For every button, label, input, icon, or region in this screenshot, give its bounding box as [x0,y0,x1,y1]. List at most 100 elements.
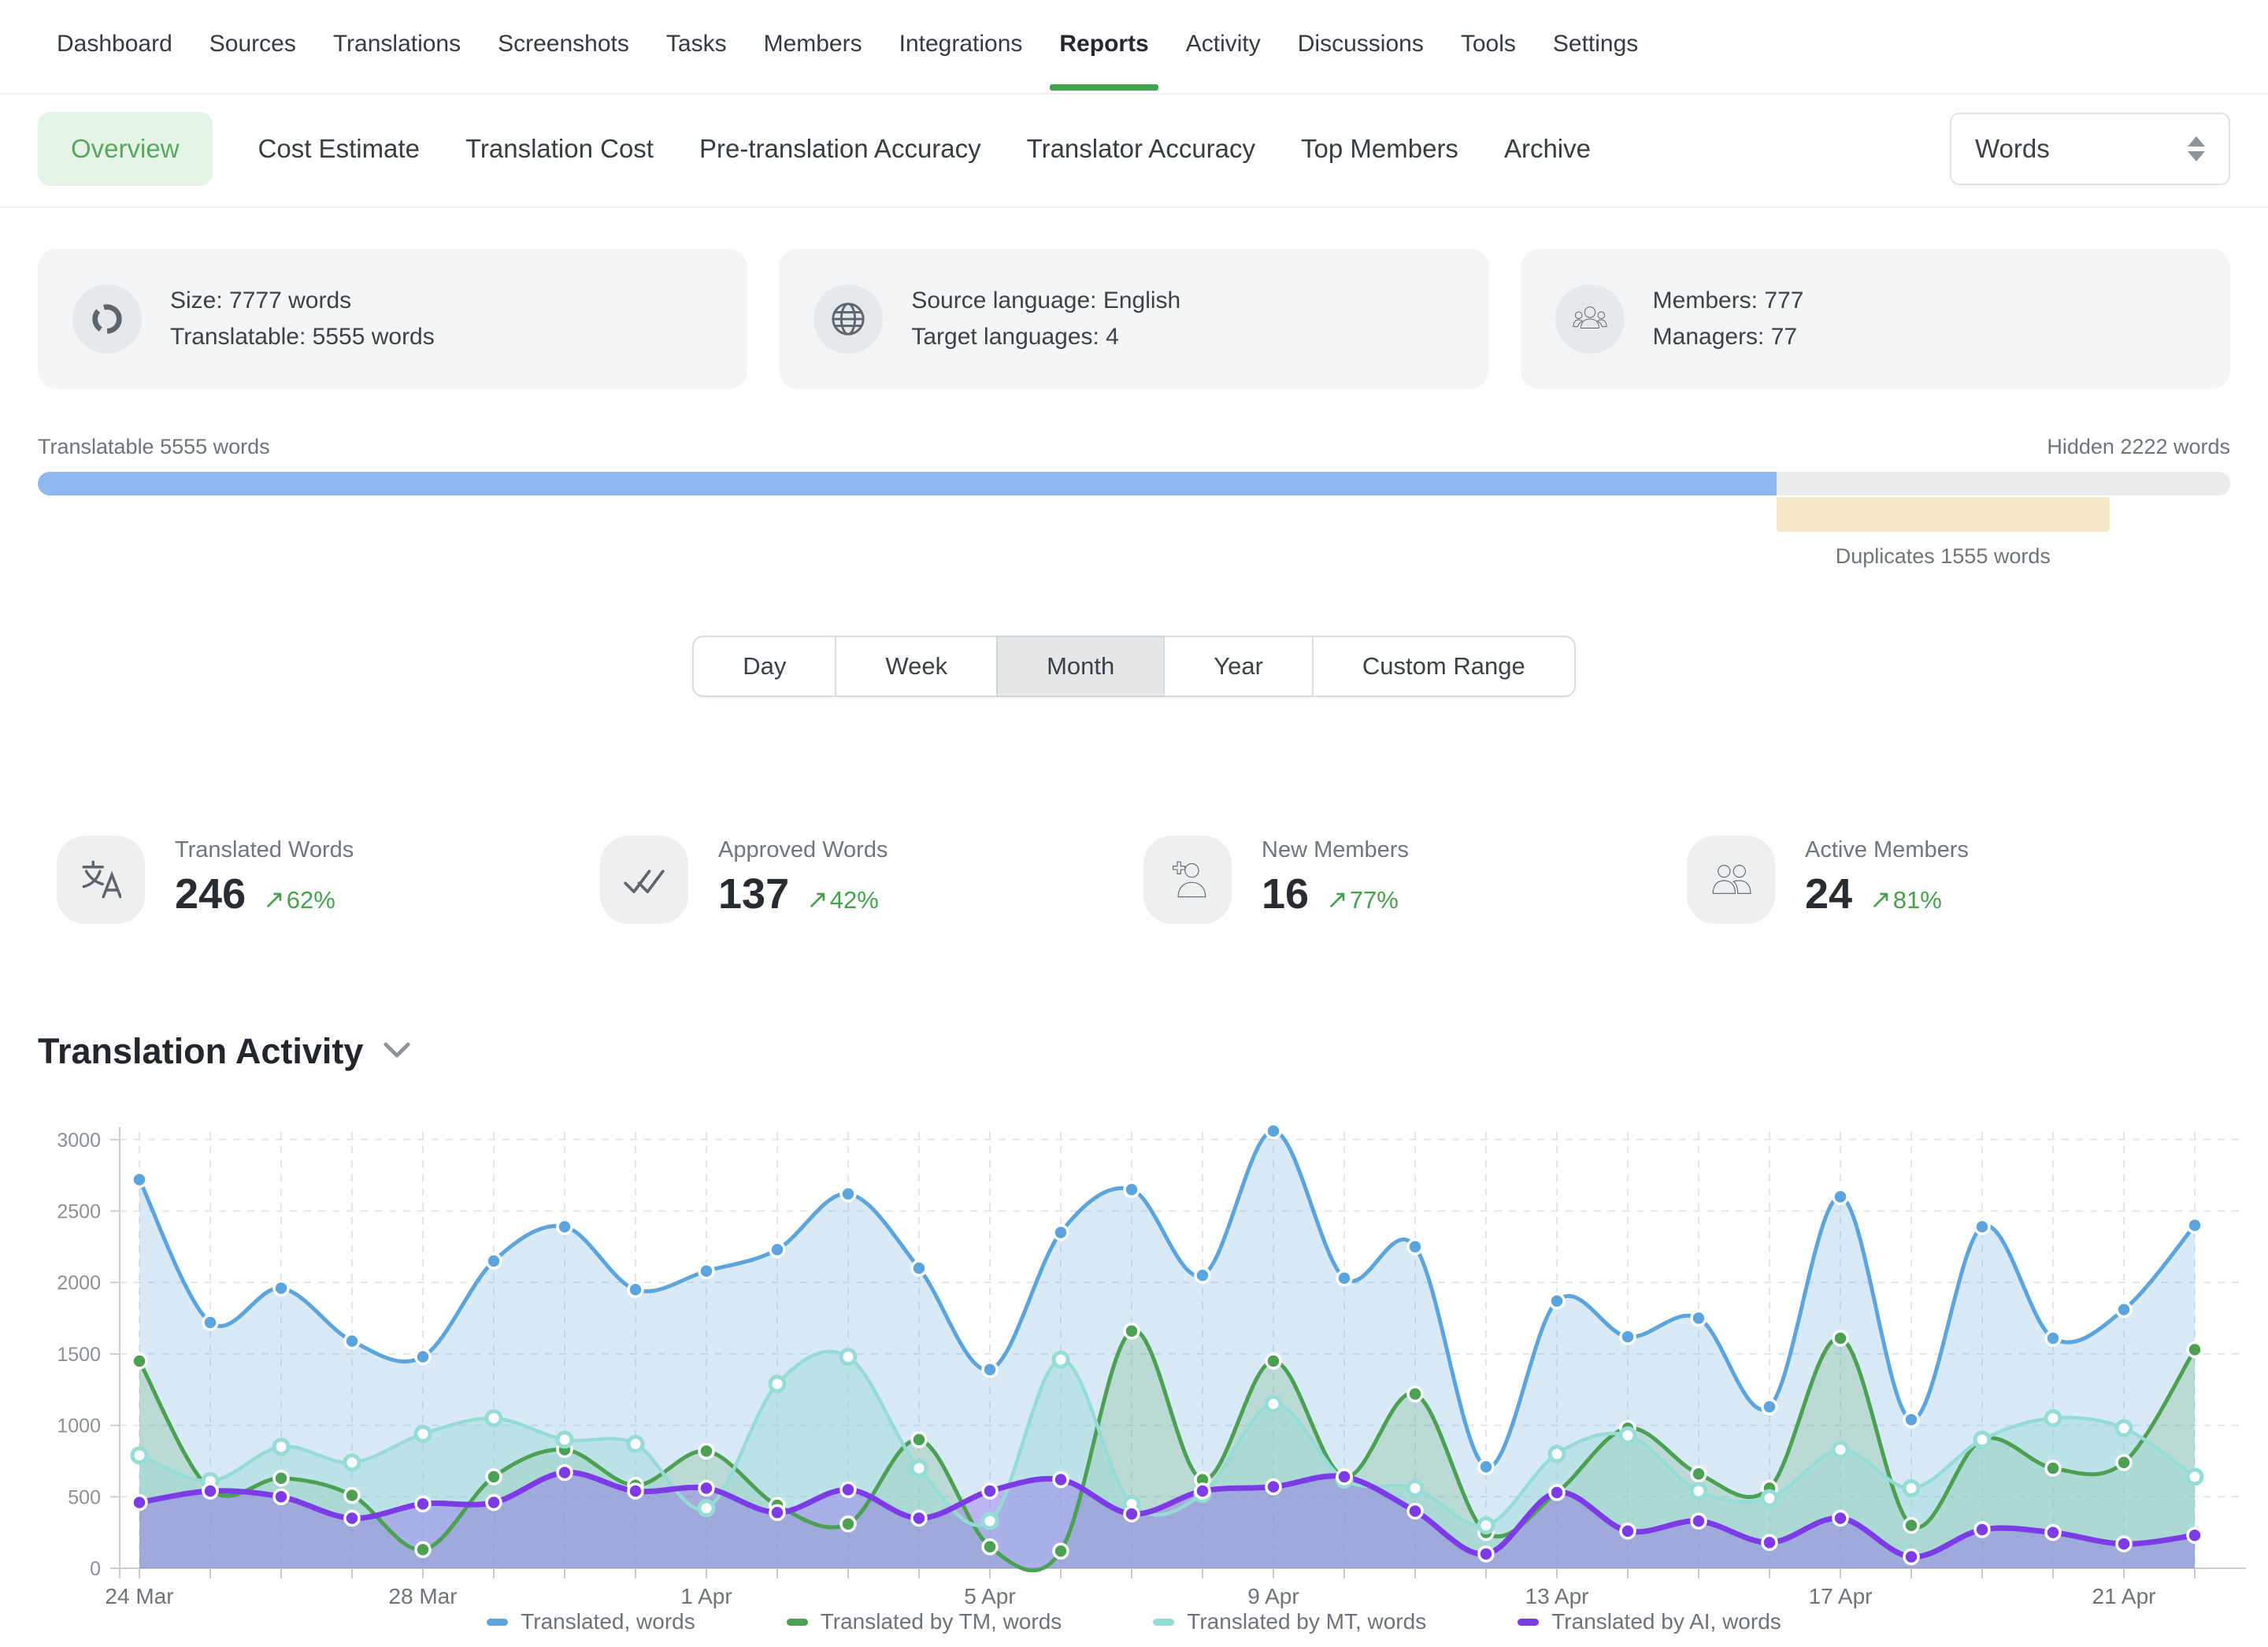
svg-text:17 Apr: 17 Apr [1809,1584,1873,1608]
size-card: Size: 7777 words Translatable: 5555 word… [38,249,747,389]
tab-translation-cost[interactable]: Translation Cost [465,134,654,164]
stat-label: New Members [1262,837,1409,863]
legend-translated-mt[interactable]: Translated by MT, words [1153,1609,1426,1634]
svg-text:0: 0 [90,1558,101,1580]
stat-delta: ↗77% [1326,884,1399,914]
duplicates-bar [1777,497,2110,532]
hidden-label: Hidden 2222 words [2047,435,2230,459]
svg-text:3000: 3000 [57,1130,101,1152]
stat-label: Translated Words [175,837,354,863]
legend-translated-tm[interactable]: Translated by TM, words [787,1609,1062,1634]
translatable-label: Translatable 5555 words [38,435,270,459]
legend-swatch-green [787,1619,808,1626]
source-language: Source language: English [911,283,1180,319]
nav-discussions[interactable]: Discussions [1298,4,1424,89]
svg-text:5 Apr: 5 Apr [964,1584,1015,1608]
svg-text:500: 500 [68,1486,101,1508]
section-title: Translation Activity [38,1031,363,1072]
nav-sources[interactable]: Sources [209,4,296,89]
donut-icon [72,284,142,354]
two-people-icon [1687,836,1775,924]
target-languages: Target languages: 4 [911,319,1180,355]
double-check-icon [600,836,688,924]
stat-value: 24 [1805,870,1852,918]
stat-delta: ↗81% [1870,884,1942,914]
trend-up-icon: ↗ [263,885,285,914]
unit-dropdown-value: Words [1975,134,2050,164]
stat-value: 16 [1262,870,1309,918]
nav-tasks[interactable]: Tasks [666,4,727,89]
tab-pretranslation-accuracy[interactable]: Pre-translation Accuracy [699,134,981,164]
project-size: Size: 7777 words [170,283,435,319]
nav-activity[interactable]: Activity [1186,4,1261,89]
stat-translated-words: Translated Words 246 ↗62% [57,836,600,924]
tab-overview[interactable]: Overview [38,112,213,186]
stats-row: Translated Words 246 ↗62% Approved Words… [38,836,2230,924]
report-tabs: Overview Cost Estimate Translation Cost … [0,95,2268,208]
person-plus-icon [1143,836,1232,924]
svg-text:28 Mar: 28 Mar [388,1584,457,1608]
range-week[interactable]: Week [835,636,996,697]
tab-translator-accuracy[interactable]: Translator Accuracy [1027,134,1255,164]
range-month[interactable]: Month [996,636,1163,697]
tab-top-members[interactable]: Top Members [1301,134,1458,164]
trend-up-icon: ↗ [1326,885,1348,914]
group-icon [1555,284,1625,354]
svg-text:24 Mar: 24 Mar [105,1584,173,1608]
chevron-down-icon[interactable] [384,1041,410,1063]
nav-settings[interactable]: Settings [1553,4,1638,89]
globe-icon [813,284,883,354]
words-progress-bar [38,472,2230,495]
range-custom[interactable]: Custom Range [1312,636,1576,697]
duplicates-label: Duplicates 1555 words [1836,544,2051,569]
svg-text:21 Apr: 21 Apr [2092,1584,2156,1608]
stat-approved-words: Approved Words 137 ↗42% [600,836,1143,924]
svg-text:1000: 1000 [57,1415,101,1437]
managers-count: Managers: 77 [1653,319,1804,355]
translate-icon [57,836,145,924]
unit-dropdown[interactable]: Words [1950,113,2230,185]
words-breakdown: Translatable 5555 words Hidden 2222 word… [38,435,2230,495]
stat-delta: ↗62% [263,884,335,914]
svg-text:9 Apr: 9 Apr [1247,1584,1299,1608]
stat-label: Active Members [1805,837,1969,863]
nav-members[interactable]: Members [764,4,862,89]
members-count: Members: 777 [1653,283,1804,319]
range-year[interactable]: Year [1163,636,1312,697]
nav-reports[interactable]: Reports [1059,4,1148,89]
stat-value: 137 [718,870,789,918]
chevron-updown-icon [2188,136,2205,161]
svg-text:1500: 1500 [57,1344,101,1366]
svg-text:13 Apr: 13 Apr [1525,1584,1589,1608]
translatable-fill [38,472,1777,495]
legend-swatch-blue [487,1619,508,1626]
legend-swatch-cyan [1153,1619,1174,1626]
project-translatable: Translatable: 5555 words [170,319,435,355]
nav-tools[interactable]: Tools [1461,4,1516,89]
tab-archive[interactable]: Archive [1504,134,1591,164]
nav-translations[interactable]: Translations [333,4,461,89]
nav-dashboard[interactable]: Dashboard [57,4,172,89]
svg-text:2000: 2000 [57,1272,101,1294]
legend-translated[interactable]: Translated, words [487,1609,695,1634]
members-card: Members: 777 Managers: 77 [1521,249,2230,389]
svg-text:1 Apr: 1 Apr [680,1584,732,1608]
trend-up-icon: ↗ [806,885,828,914]
legend-translated-ai[interactable]: Translated by AI, words [1518,1609,1781,1634]
nav-screenshots[interactable]: Screenshots [498,4,629,89]
nav-integrations[interactable]: Integrations [899,4,1023,89]
language-card: Source language: English Target language… [779,249,1488,389]
activity-chart[interactable]: 0 500 1000 1500 2000 2500 3000 24 Mar 28 Mar 1 Ap… [0,1096,2268,1615]
trend-up-icon: ↗ [1870,885,1892,914]
range-day[interactable]: Day [692,636,835,697]
stat-delta: ↗42% [806,884,879,914]
legend-swatch-purple [1518,1619,1539,1626]
svg-text:2500: 2500 [57,1201,101,1223]
date-range-selector: Day Week Month Year Custom Range [38,636,2230,697]
stat-new-members: New Members 16 ↗77% [1143,836,1687,924]
chart-legend: Translated, words Translated by TM, word… [38,1609,2230,1634]
summary-cards: Size: 7777 words Translatable: 5555 word… [38,249,2230,389]
stat-active-members: Active Members 24 ↗81% [1687,836,2230,924]
stat-label: Approved Words [718,837,888,863]
tab-cost-estimate[interactable]: Cost Estimate [258,134,420,164]
